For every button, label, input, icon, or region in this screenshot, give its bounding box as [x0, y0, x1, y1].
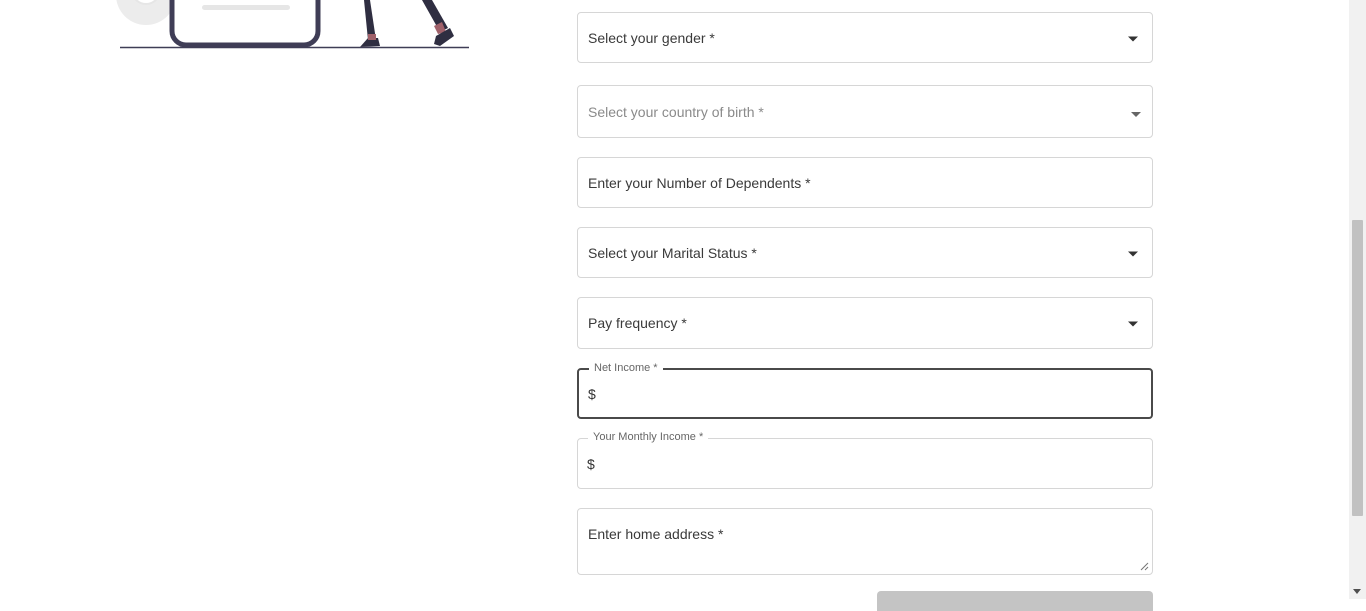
marital-status-label: Select your Marital Status * — [588, 244, 757, 261]
marital-status-select[interactable]: Select your Marital Status * — [577, 227, 1153, 278]
illustration — [100, 0, 480, 60]
chevron-down-icon — [1128, 251, 1138, 256]
net-income-input[interactable]: Net Income * $ — [577, 362, 1153, 419]
monthly-income-label: Your Monthly Income * — [588, 431, 709, 443]
gender-select-label: Select your gender * — [588, 29, 715, 46]
country-of-birth-label: Select your country of birth * — [588, 103, 764, 120]
vertical-scrollbar[interactable] — [1349, 0, 1366, 599]
net-income-label: Net Income * — [589, 362, 663, 374]
country-of-birth-select[interactable]: Select your country of birth * — [577, 85, 1153, 138]
dependents-input-label: Enter your Number of Dependents * — [588, 174, 811, 191]
scrollbar-thumb[interactable] — [1352, 220, 1363, 516]
home-address-textarea[interactable]: Enter home address * — [577, 508, 1153, 575]
currency-prefix: $ — [587, 455, 595, 472]
currency-prefix: $ — [588, 385, 596, 402]
monthly-income-input[interactable]: Your Monthly Income * $ — [577, 431, 1153, 489]
pay-frequency-label: Pay frequency * — [588, 315, 687, 331]
person-with-card-illustration — [116, 0, 469, 49]
submit-button[interactable] — [877, 591, 1153, 611]
chevron-down-icon — [1131, 111, 1141, 117]
chevron-down-icon — [1128, 36, 1138, 41]
dependents-input[interactable]: Enter your Number of Dependents * — [577, 157, 1153, 208]
home-address-label: Enter home address * — [588, 526, 724, 542]
chevron-down-icon — [1128, 321, 1138, 327]
resize-handle-icon[interactable] — [1140, 562, 1149, 571]
gender-select[interactable]: Select your gender * — [577, 12, 1153, 63]
pay-frequency-select[interactable]: Pay frequency * — [577, 297, 1153, 349]
scroll-down-arrow-icon[interactable] — [1353, 589, 1361, 594]
